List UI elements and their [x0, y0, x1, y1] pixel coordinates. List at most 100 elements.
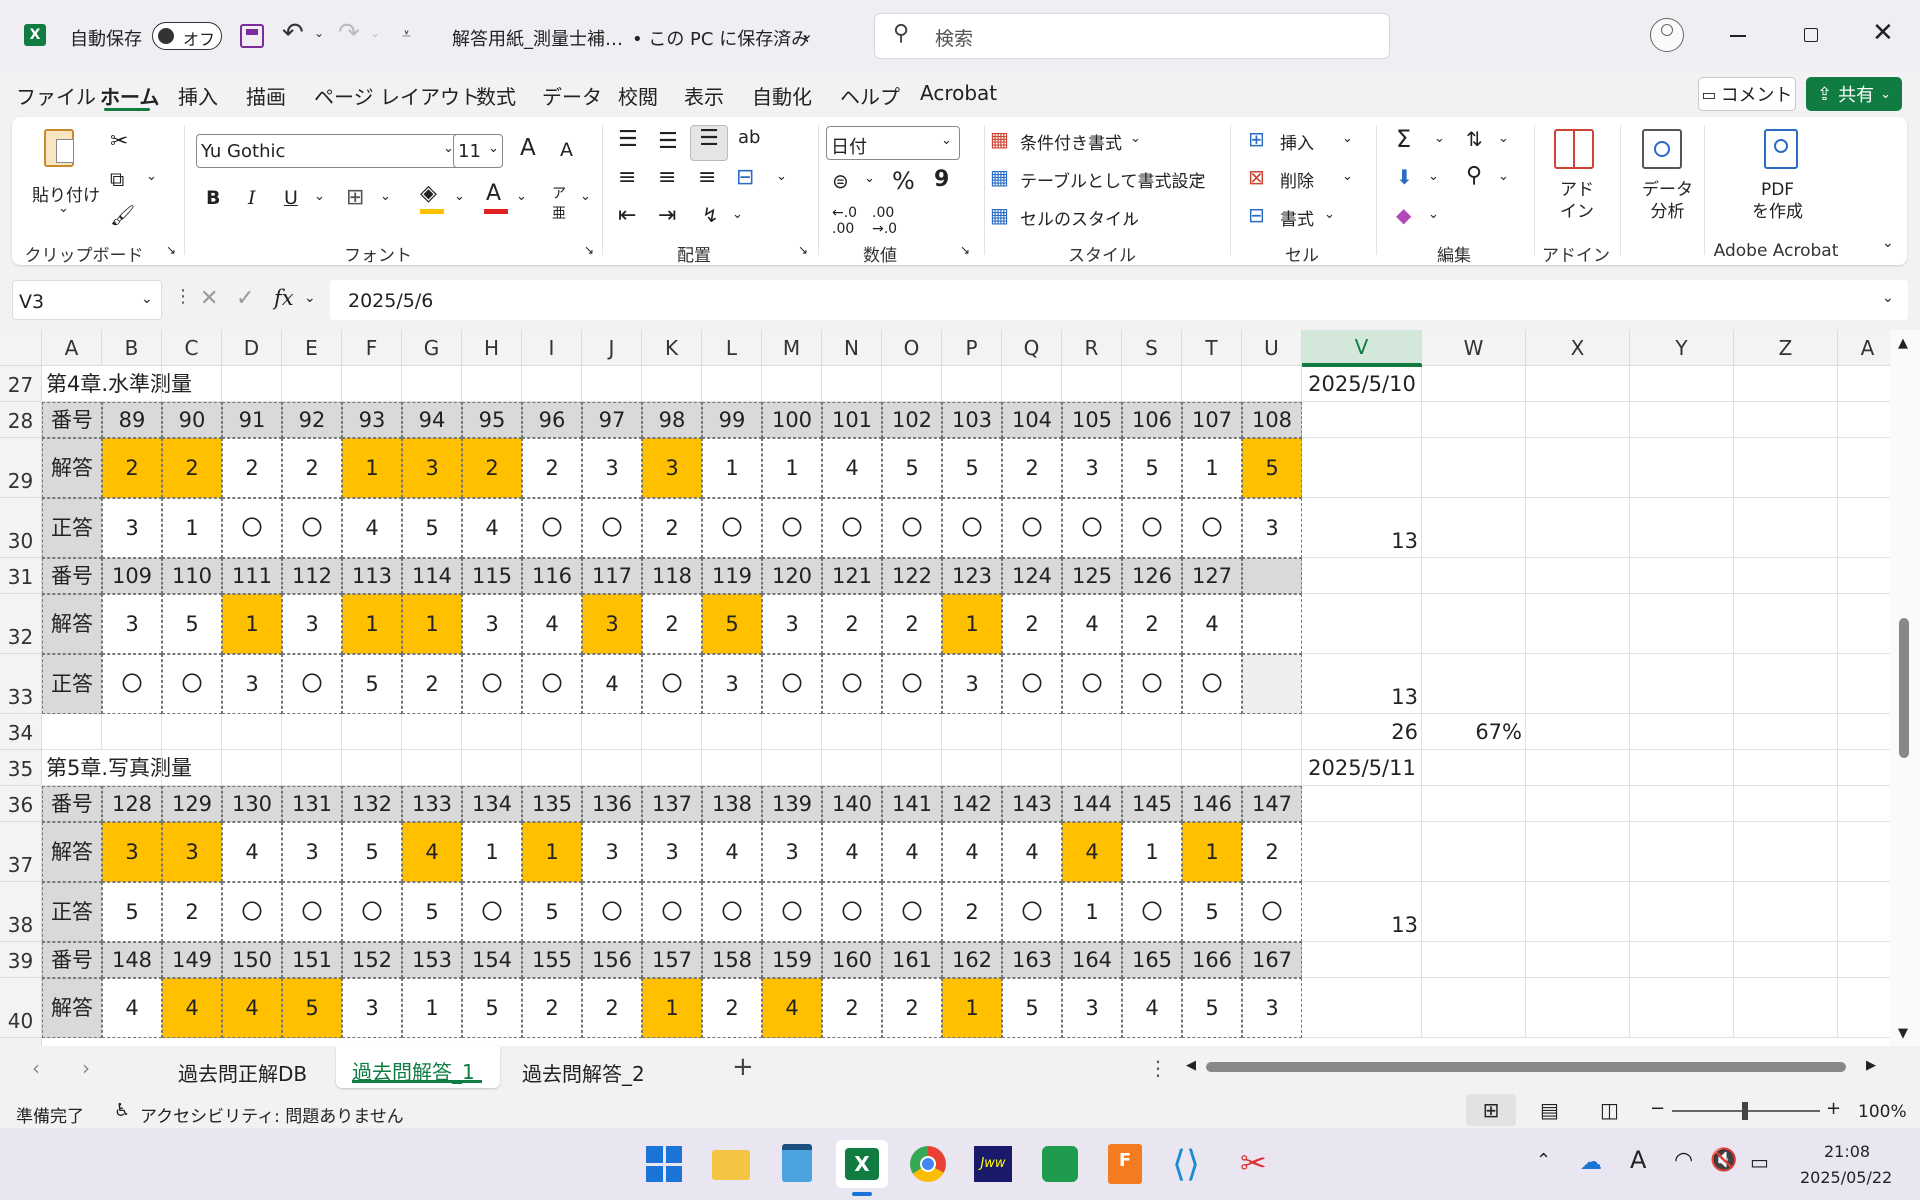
create-pdf-button[interactable]: PDF を作成: [1752, 179, 1803, 223]
question-number-cell[interactable]: 95: [462, 402, 522, 438]
create-pdf-icon[interactable]: [1764, 129, 1798, 169]
correct-answer-cell[interactable]: 〇: [282, 882, 342, 942]
menu-view[interactable]: 表示: [684, 81, 724, 110]
answer-cell[interactable]: 4: [1062, 822, 1122, 882]
question-number-cell[interactable]: 102: [882, 402, 942, 438]
answer-cell[interactable]: 2: [1002, 438, 1062, 498]
question-number-cell[interactable]: 152: [342, 942, 402, 978]
app-green-icon[interactable]: [1042, 1146, 1078, 1182]
clear-icon[interactable]: ◆: [1396, 203, 1411, 227]
correct-answer-cell[interactable]: 〇: [1002, 882, 1062, 942]
question-number-cell[interactable]: 114: [402, 558, 462, 594]
correct-answer-cell[interactable]: 5: [522, 882, 582, 942]
question-number-cell[interactable]: 101: [822, 402, 882, 438]
question-number-cell[interactable]: 111: [222, 558, 282, 594]
volume-muted-icon[interactable]: 🔇: [1710, 1148, 1737, 1173]
correct-answer-cell[interactable]: 〇: [822, 882, 882, 942]
tab-sheet-answer-1[interactable]: 過去問解答_1: [336, 1046, 500, 1088]
more-tabs-icon[interactable]: ⋮: [1148, 1056, 1168, 1080]
answer-cell[interactable]: 2: [882, 978, 942, 1038]
correct-answer-cell[interactable]: 5: [102, 882, 162, 942]
answer-cell[interactable]: 4: [222, 978, 282, 1038]
column-header[interactable]: Z: [1734, 330, 1838, 366]
score-cell[interactable]: 13: [1302, 498, 1418, 558]
correct-answer-cell[interactable]: 〇: [702, 882, 762, 942]
answer-cell[interactable]: 4: [522, 594, 582, 654]
correct-answer-cell[interactable]: 2: [942, 882, 1002, 942]
answer-cell[interactable]: 3: [582, 822, 642, 882]
question-number-cell[interactable]: 154: [462, 942, 522, 978]
question-number-cell[interactable]: 165: [1122, 942, 1182, 978]
number-format-select[interactable]: 日付 ⌄: [826, 126, 960, 160]
answer-cell[interactable]: 5: [282, 978, 342, 1038]
answer-cell[interactable]: 5: [462, 978, 522, 1038]
font-launcher-icon[interactable]: ↘: [584, 243, 594, 257]
page-break-view-icon[interactable]: ◫: [1600, 1098, 1619, 1122]
sort-filter-dropdown-icon[interactable]: ⌄: [1498, 131, 1509, 146]
question-number-cell[interactable]: 92: [282, 402, 342, 438]
delete-cells-button[interactable]: 削除: [1280, 167, 1314, 192]
question-number-cell[interactable]: 89: [102, 402, 162, 438]
column-header[interactable]: I: [522, 330, 582, 366]
copy-dropdown-icon[interactable]: ⌄: [146, 169, 157, 184]
merge-center-icon[interactable]: ⊟: [736, 165, 754, 190]
question-number-cell[interactable]: 147: [1242, 786, 1302, 822]
answer-cell[interactable]: 4: [162, 978, 222, 1038]
addins-button[interactable]: アド イン: [1560, 179, 1594, 223]
answer-cell[interactable]: 1: [942, 594, 1002, 654]
row-label[interactable]: 番号: [42, 942, 102, 978]
correct-answer-cell[interactable]: 2: [642, 498, 702, 558]
format-cells-icon[interactable]: ⊟: [1248, 203, 1265, 227]
question-number-cell[interactable]: 145: [1122, 786, 1182, 822]
question-number-cell[interactable]: 90: [162, 402, 222, 438]
answer-cell[interactable]: 3: [342, 978, 402, 1038]
snipping-tool-icon[interactable]: ✂: [1240, 1144, 1267, 1182]
question-number-cell[interactable]: 156: [582, 942, 642, 978]
total-cell[interactable]: 26: [1302, 714, 1418, 750]
answer-cell[interactable]: 2: [462, 438, 522, 498]
shrink-font-icon[interactable]: A: [560, 139, 573, 161]
vscode-icon[interactable]: ⟨⟩: [1172, 1144, 1200, 1185]
correct-answer-cell[interactable]: 4: [462, 498, 522, 558]
answer-cell[interactable]: 4: [222, 822, 282, 882]
align-top-icon[interactable]: ☰: [618, 127, 638, 152]
number-launcher-icon[interactable]: ↘: [960, 243, 970, 257]
question-number-cell[interactable]: 128: [102, 786, 162, 822]
answer-cell[interactable]: 3: [1242, 978, 1302, 1038]
battery-icon[interactable]: ▭: [1750, 1150, 1769, 1174]
question-number-cell[interactable]: 148: [102, 942, 162, 978]
row-header[interactable]: 34: [0, 714, 42, 750]
minimize-icon[interactable]: [1730, 35, 1746, 37]
menu-file[interactable]: ファイル: [16, 81, 96, 110]
date-cell[interactable]: 2025/5/11: [1302, 750, 1422, 786]
undo-dropdown-icon[interactable]: ⌄: [314, 26, 324, 40]
question-number-cell[interactable]: 119: [702, 558, 762, 594]
question-number-cell[interactable]: 167: [1242, 942, 1302, 978]
question-number-cell[interactable]: 150: [222, 942, 282, 978]
answer-cell[interactable]: 2: [822, 978, 882, 1038]
comment-button[interactable]: ▭ コメント: [1698, 77, 1796, 111]
accessibility-status[interactable]: アクセシビリティ: 問題ありません: [140, 1102, 404, 1127]
question-number-cell[interactable]: 117: [582, 558, 642, 594]
question-number-cell[interactable]: 132: [342, 786, 402, 822]
name-box[interactable]: V3 ⌄: [12, 280, 162, 320]
answer-cell[interactable]: 2: [522, 978, 582, 1038]
merge-dropdown-icon[interactable]: ⌄: [776, 169, 787, 184]
correct-answer-cell[interactable]: 〇: [762, 882, 822, 942]
correct-answer-cell[interactable]: 〇: [1122, 654, 1182, 714]
answer-cell[interactable]: 4: [1122, 978, 1182, 1038]
correct-answer-cell[interactable]: 〇: [1002, 498, 1062, 558]
answer-cell[interactable]: 5: [702, 594, 762, 654]
answer-cell[interactable]: 3: [1062, 978, 1122, 1038]
menu-data[interactable]: データ: [542, 81, 602, 110]
answer-cell[interactable]: 3: [582, 594, 642, 654]
chrome-icon[interactable]: [910, 1146, 946, 1182]
correct-answer-cell[interactable]: 〇: [1002, 654, 1062, 714]
answer-cell[interactable]: 2: [582, 978, 642, 1038]
answer-cell[interactable]: 1: [702, 438, 762, 498]
question-number-cell[interactable]: 106: [1122, 402, 1182, 438]
question-number-cell[interactable]: 109: [102, 558, 162, 594]
zoom-slider-thumb[interactable]: [1742, 1102, 1748, 1120]
align-bottom-icon[interactable]: ☰: [690, 125, 728, 161]
question-number-cell[interactable]: 123: [942, 558, 1002, 594]
